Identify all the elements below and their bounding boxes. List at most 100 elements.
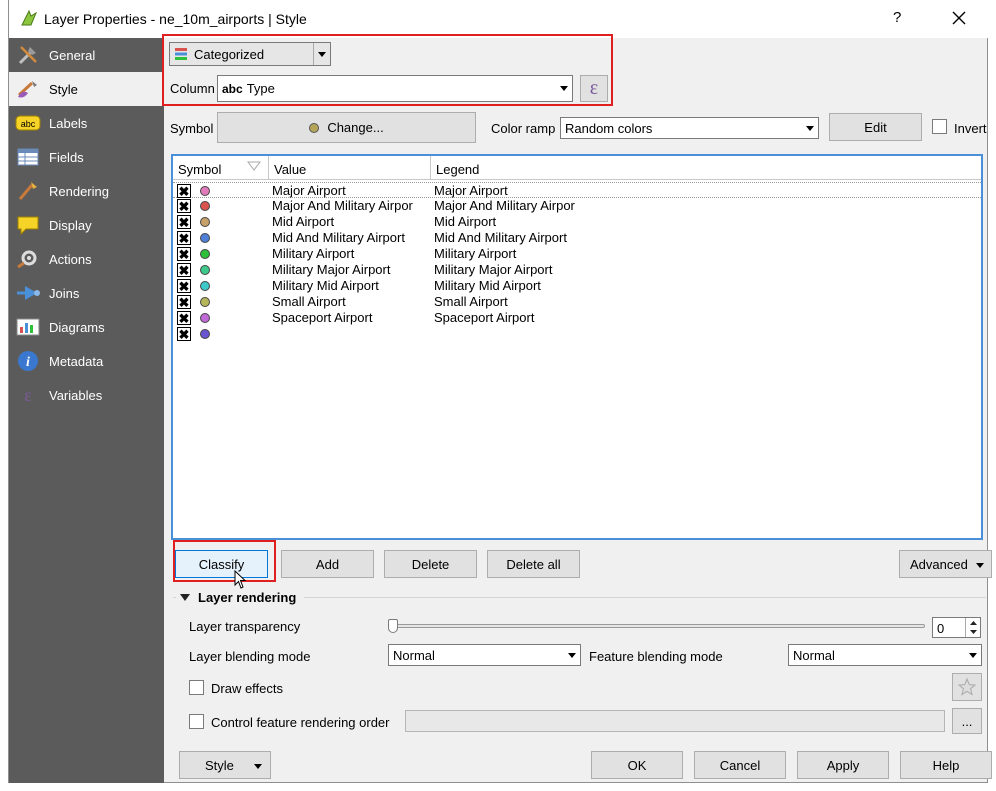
ok-button[interactable]: OK xyxy=(591,751,683,779)
category-legend[interactable]: Military Mid Airport xyxy=(434,278,541,293)
sidebar-item-label: General xyxy=(49,47,96,63)
category-value[interactable]: Military Major Airport xyxy=(272,262,390,277)
sidebar-item-display[interactable]: Display xyxy=(9,208,164,242)
category-legend[interactable]: Major And Military Airpor xyxy=(434,198,575,213)
sidebar-item-rendering[interactable]: Rendering xyxy=(9,174,164,208)
delete-all-button[interactable]: Delete all xyxy=(487,550,580,578)
sidebar-item-general[interactable]: General xyxy=(9,38,164,72)
visibility-checkbox[interactable]: ✖ xyxy=(177,231,191,245)
category-symbol-icon[interactable] xyxy=(200,201,210,211)
edit-ramp-button[interactable]: Edit xyxy=(829,113,922,141)
change-symbol-button[interactable]: Change... xyxy=(217,112,476,143)
visibility-checkbox[interactable]: ✖ xyxy=(177,295,191,309)
blending-mode-label: Layer blending mode xyxy=(189,649,311,664)
invert-checkbox[interactable] xyxy=(932,119,947,134)
sidebar-item-actions[interactable]: Actions xyxy=(9,242,164,276)
category-symbol-icon[interactable] xyxy=(200,249,210,259)
transparency-spinbox[interactable]: 0 xyxy=(932,617,981,638)
visibility-checkbox[interactable]: ✖ xyxy=(177,247,191,261)
sidebar-item-variables[interactable]: ε Variables xyxy=(9,378,164,412)
category-value[interactable]: Major Airport xyxy=(272,183,346,198)
category-symbol-icon[interactable] xyxy=(200,186,210,196)
category-legend[interactable]: Spaceport Airport xyxy=(434,310,534,325)
transparency-slider[interactable] xyxy=(390,624,925,628)
table-row[interactable]: ✖ Spaceport Airport Spaceport Airport xyxy=(173,310,981,326)
category-symbol-icon[interactable] xyxy=(200,281,210,291)
category-symbol-icon[interactable] xyxy=(200,233,210,243)
sidebar-item-label: Variables xyxy=(49,387,103,403)
apply-button[interactable]: Apply xyxy=(797,751,889,779)
layer-rendering-header[interactable]: Layer rendering xyxy=(176,590,305,605)
layer-blending-combo[interactable]: Normal xyxy=(388,644,581,666)
visibility-checkbox[interactable]: ✖ xyxy=(177,311,191,325)
feature-blending-value: Normal xyxy=(793,647,835,663)
category-legend[interactable]: Small Airport xyxy=(434,294,508,309)
sidebar-item-diagrams[interactable]: Diagrams xyxy=(9,310,164,344)
category-legend[interactable]: Military Major Airport xyxy=(434,262,552,277)
order-by-ellipsis-button[interactable]: ... xyxy=(952,708,982,734)
visibility-checkbox[interactable]: ✖ xyxy=(177,184,191,198)
category-symbol-icon[interactable] xyxy=(200,313,210,323)
category-legend[interactable]: Military Airport xyxy=(434,246,516,261)
help-button[interactable]: Help xyxy=(900,751,992,779)
categories-table[interactable]: Symbol Value Legend ✖ Major Airport Major … xyxy=(171,154,983,540)
category-symbol-icon[interactable] xyxy=(200,329,210,339)
visibility-checkbox[interactable]: ✖ xyxy=(177,215,191,229)
transparency-slider-handle[interactable] xyxy=(388,619,398,633)
category-value[interactable]: Small Airport xyxy=(272,294,346,309)
category-value[interactable]: Mid Airport xyxy=(272,214,334,229)
sidebar-item-joins[interactable]: Joins xyxy=(9,276,164,310)
table-row[interactable]: ✖ Major Airport Major Airport xyxy=(173,182,981,198)
category-legend[interactable]: Major Airport xyxy=(434,183,508,198)
table-row[interactable]: ✖ Major And Military Airpor Major And Mili… xyxy=(173,198,981,214)
draw-effects-checkbox[interactable] xyxy=(189,680,204,695)
visibility-checkbox[interactable]: ✖ xyxy=(177,279,191,293)
add-category-button[interactable]: Add xyxy=(281,550,374,578)
category-symbol-icon[interactable] xyxy=(200,217,210,227)
sidebar-item-fields[interactable]: Fields xyxy=(9,140,164,174)
category-value[interactable]: Mid And Military Airport xyxy=(272,230,405,245)
table-row[interactable]: ✖ Small Airport Small Airport xyxy=(173,294,981,310)
control-order-checkbox[interactable] xyxy=(189,714,204,729)
style-menu-button[interactable]: Style xyxy=(179,751,271,779)
feature-blending-label: Feature blending mode xyxy=(589,649,723,664)
effects-button[interactable] xyxy=(952,673,982,701)
delete-category-button[interactable]: Delete xyxy=(384,550,477,578)
sidebar-item-labels[interactable]: abc Labels xyxy=(9,106,164,140)
feature-blending-combo[interactable]: Normal xyxy=(788,644,982,666)
help-title-button[interactable]: ? xyxy=(893,9,901,26)
table-row[interactable]: ✖ Mid Airport Mid Airport xyxy=(173,214,981,230)
category-symbol-icon[interactable] xyxy=(200,297,210,307)
advanced-menu-button[interactable]: Advanced xyxy=(899,550,992,578)
close-icon[interactable] xyxy=(947,6,971,30)
category-value[interactable]: Military Mid Airport xyxy=(272,278,379,293)
visibility-checkbox[interactable]: ✖ xyxy=(177,263,191,277)
header-legend[interactable]: Legend xyxy=(431,156,981,180)
table-row[interactable]: ✖ Military Major Airport Military Major Ai… xyxy=(173,262,981,278)
svg-text:abc: abc xyxy=(21,119,36,129)
sidebar-item-style[interactable]: Style xyxy=(9,72,164,106)
category-symbol-icon[interactable] xyxy=(200,265,210,275)
category-value[interactable]: Major And Military Airpor xyxy=(272,198,413,213)
category-value[interactable]: Spaceport Airport xyxy=(272,310,372,325)
joins-icon xyxy=(15,281,41,305)
color-ramp-combo[interactable]: Random colors xyxy=(560,117,819,139)
header-value[interactable]: Value xyxy=(269,156,431,180)
table-row[interactable]: ✖ xyxy=(173,326,981,342)
table-row[interactable]: ✖ Mid And Military Airport Mid And Militar… xyxy=(173,230,981,246)
visibility-checkbox[interactable]: ✖ xyxy=(177,199,191,213)
cancel-button[interactable]: Cancel xyxy=(694,751,786,779)
table-row[interactable]: ✖ Military Mid Airport Military Mid Airpor… xyxy=(173,278,981,294)
spin-arrows-icon[interactable] xyxy=(965,618,980,637)
category-legend[interactable]: Mid And Military Airport xyxy=(434,230,567,245)
sidebar-item-metadata[interactable]: i Metadata xyxy=(9,344,164,378)
diagrams-icon xyxy=(15,315,41,339)
category-legend[interactable]: Mid Airport xyxy=(434,214,496,229)
invert-label: Invert xyxy=(954,121,987,136)
svg-text:i: i xyxy=(26,355,30,370)
visibility-checkbox[interactable]: ✖ xyxy=(177,327,191,341)
header-symbol[interactable]: Symbol xyxy=(173,156,269,180)
table-row[interactable]: ✖ Military Airport Military Airport xyxy=(173,246,981,262)
chevron-down-icon xyxy=(801,118,818,138)
category-value[interactable]: Military Airport xyxy=(272,246,354,261)
